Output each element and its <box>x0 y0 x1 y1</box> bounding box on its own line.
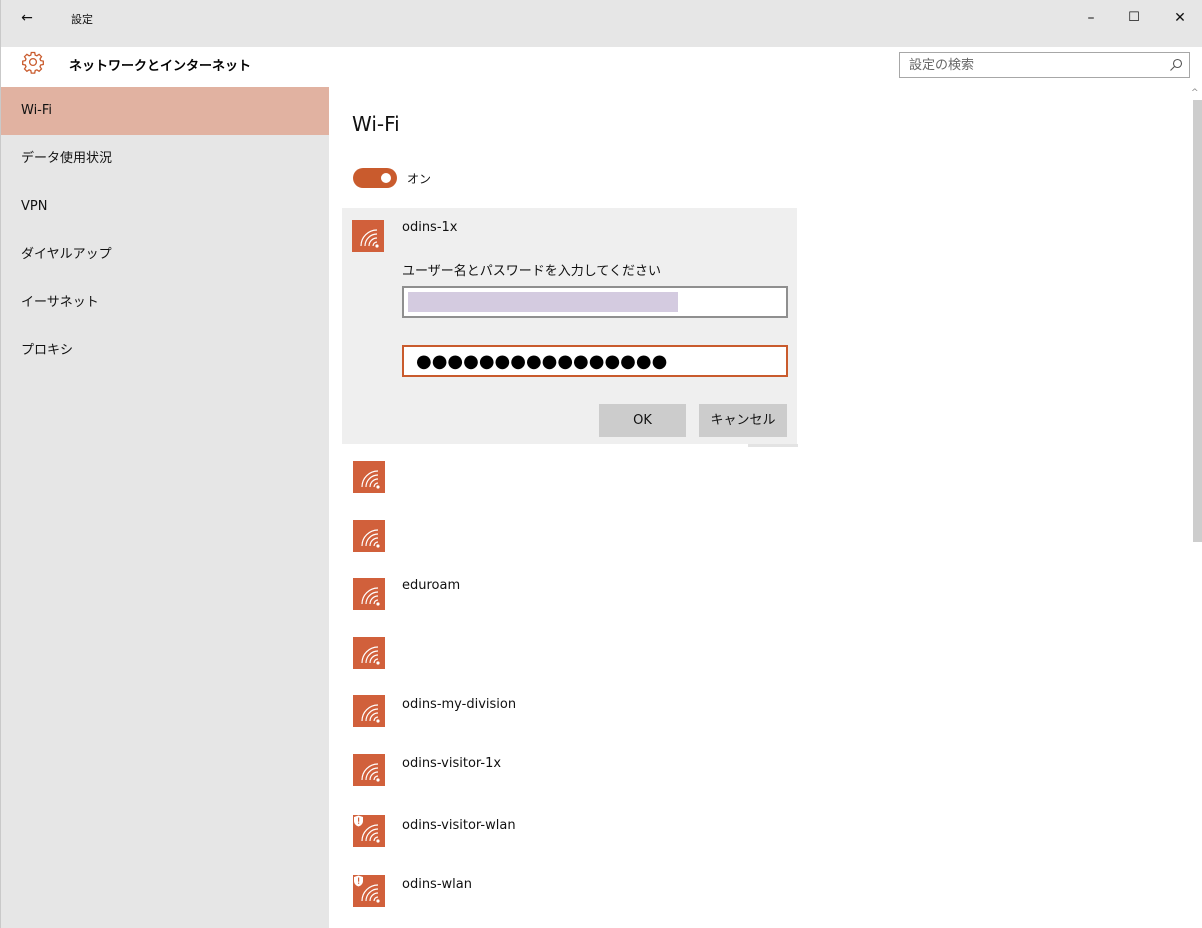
sidebar-item-dial-up[interactable]: ダイヤルアップ <box>1 231 329 279</box>
network-item-4-name[interactable]: odins-my-division <box>402 697 516 712</box>
wifi-toggle[interactable] <box>353 168 397 188</box>
back-button[interactable]: ← <box>15 6 39 30</box>
wifi-signal-icon <box>352 220 384 252</box>
scroll-up-arrow[interactable]: ^ <box>1191 88 1199 98</box>
window-title: 設定 <box>71 13 93 26</box>
close-button[interactable]: ✕ <box>1165 6 1195 30</box>
search-input[interactable] <box>900 53 1160 77</box>
network-item-3-wifi-icon[interactable] <box>353 637 385 669</box>
network-item-5-wifi-icon[interactable] <box>353 754 385 786</box>
network-item-0-wifi-icon[interactable] <box>353 461 385 493</box>
sidebar-item-proxy[interactable]: プロキシ <box>1 327 329 375</box>
credentials-prompt: ユーザー名とパスワードを入力してください <box>402 264 661 279</box>
minimize-button[interactable]: – <box>1076 6 1106 30</box>
maximize-button[interactable]: ☐ <box>1119 6 1149 30</box>
connecting-network-name: odins-1x <box>402 220 458 235</box>
search-box[interactable] <box>899 52 1190 78</box>
shield-warning-icon <box>354 875 363 887</box>
settings-window: ← 設定 – ☐ ✕ ネットワークとインターネット Wi-Fi データ使用状況 … <box>0 0 1202 928</box>
network-item-2-name[interactable]: eduroam <box>402 578 460 593</box>
wifi-toggle-label: オン <box>407 172 432 186</box>
sidebar-item-ethernet[interactable]: イーサネット <box>1 279 329 327</box>
shield-warning-icon <box>354 815 363 827</box>
title-bar: ← 設定 – ☐ ✕ ネットワークとインターネット <box>1 0 1202 78</box>
username-value <box>408 292 678 312</box>
scrollbar-thumb[interactable] <box>1193 100 1202 542</box>
sidebar-item-data-usage[interactable]: データ使用状況 <box>1 135 329 183</box>
network-item-5-name[interactable]: odins-visitor-1x <box>402 756 501 771</box>
password-field[interactable]: ●●●●●●●●●●●●●●●● <box>402 345 788 377</box>
sidebar: Wi-Fi データ使用状況 VPN ダイヤルアップ イーサネット プロキシ <box>1 87 329 928</box>
gear-icon <box>22 51 44 74</box>
network-item-4-wifi-icon[interactable] <box>353 695 385 727</box>
network-item-1-wifi-icon[interactable] <box>353 520 385 552</box>
ok-button[interactable]: OK <box>599 404 686 437</box>
section-title: ネットワークとインターネット <box>69 59 252 74</box>
search-icon[interactable] <box>1168 57 1184 73</box>
toggle-knob <box>381 173 391 183</box>
network-item-2-wifi-icon[interactable] <box>353 578 385 610</box>
network-connect-panel: odins-1x ユーザー名とパスワードを入力してください ●●●●●●●●●●… <box>342 208 797 444</box>
network-item-6-wifi-icon[interactable] <box>353 815 385 847</box>
page-title: Wi-Fi <box>352 112 400 136</box>
network-item-7-wifi-icon[interactable] <box>353 875 385 907</box>
network-item-6-name[interactable]: odins-visitor-wlan <box>402 818 516 833</box>
sidebar-item-vpn[interactable]: VPN <box>1 183 329 231</box>
username-field[interactable] <box>402 286 788 318</box>
password-value: ●●●●●●●●●●●●●●●● <box>416 351 668 372</box>
network-item-7-name[interactable]: odins-wlan <box>402 877 472 892</box>
sidebar-item-wifi[interactable]: Wi-Fi <box>1 87 329 135</box>
panel-edge <box>748 444 798 447</box>
cancel-button[interactable]: キャンセル <box>699 404 787 437</box>
